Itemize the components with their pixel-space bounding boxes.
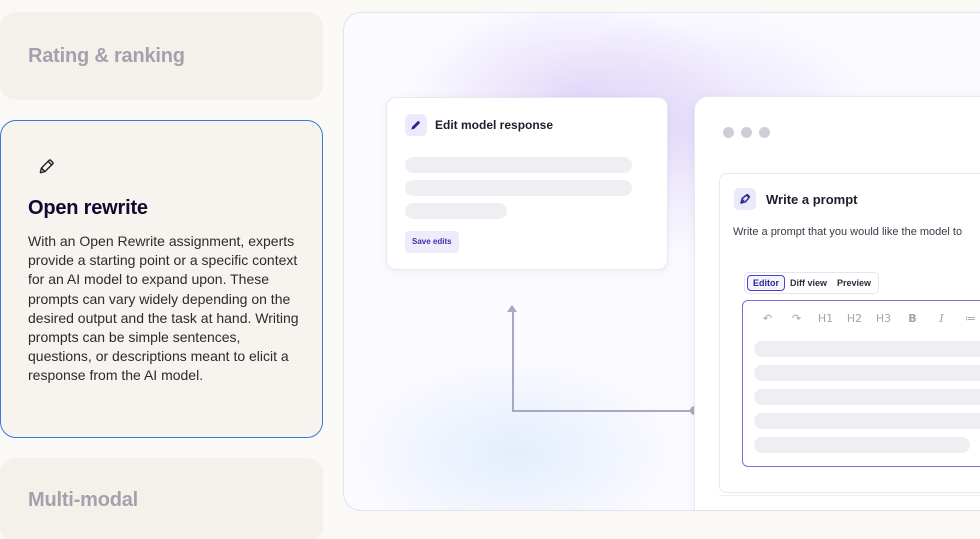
window-dot [759,127,770,138]
redo-icon[interactable]: ↷ [782,312,811,325]
tab-label: Multi-modal [28,488,139,511]
editor-tabs: Editor Diff view Preview [744,272,880,294]
feature-title: Open rewrite [28,197,148,219]
undo-icon[interactable]: ↶ [753,312,782,325]
feature-description: With an Open Rewrite assignment, experts… [28,233,299,384]
tab-preview[interactable]: Preview [832,275,876,291]
connector-line [512,410,695,412]
skeleton-line [754,365,980,381]
editor-toolbar: ↶ ↷ H1 H2 H3 B I ≔ ⋮ [753,312,980,325]
connector-line [512,311,514,411]
card-title: Edit model response [435,118,554,132]
prompt-description: Write a prompt that you would like the m… [733,226,963,238]
pencil-icon [405,114,427,136]
prompt-editor[interactable]: ↶ ↷ H1 H2 H3 B I ≔ ⋮ [742,300,980,467]
divider [719,495,980,496]
heading2-button[interactable]: H2 [840,312,869,325]
tab-editor[interactable]: Editor [747,275,785,291]
window-dot [723,127,734,138]
numbered-list-icon[interactable]: ≔ [956,312,980,325]
card-title: Write a prompt [766,191,858,207]
bold-button[interactable]: B [898,312,927,325]
tab-rating-ranking[interactable]: Rating & ranking [0,12,323,100]
skeleton-line [754,341,980,357]
pen-nib-icon [734,188,756,210]
tab-label: Rating & ranking [28,44,185,67]
skeleton-line [405,157,632,173]
skeleton-line [754,437,970,453]
italic-button[interactable]: I [927,312,956,325]
write-prompt-card: Write a prompt Write a prompt that you w… [719,173,980,493]
tab-multi-modal[interactable]: Multi-modal [0,458,323,539]
skeleton-line [754,389,980,405]
pencil-icon [36,157,56,177]
tab-diff-view[interactable]: Diff view [785,275,832,291]
heading3-button[interactable]: H3 [869,312,898,325]
skeleton-line [405,203,507,219]
skeleton-line [405,180,632,196]
skeleton-line [754,413,980,429]
heading1-button[interactable]: H1 [811,312,840,325]
feature-preview-panel: Edit model response Save edits Write a p… [343,12,980,511]
app-window: Write a prompt Write a prompt that you w… [694,96,980,510]
edit-response-card: Edit model response Save edits [386,97,668,270]
save-edits-button[interactable]: Save edits [405,231,459,253]
window-dot [741,127,752,138]
tab-open-rewrite[interactable]: Open rewrite With an Open Rewrite assign… [0,120,323,438]
